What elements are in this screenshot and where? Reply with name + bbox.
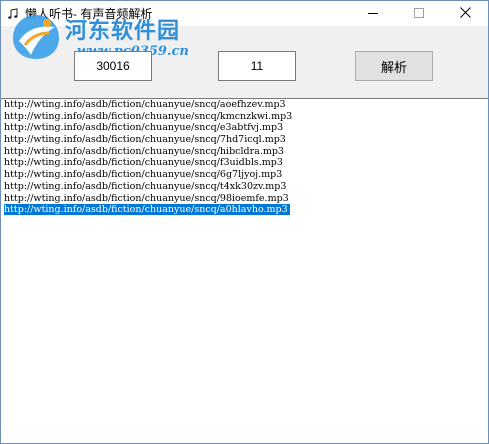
book-id-field[interactable]: [74, 51, 152, 81]
result-line[interactable]: http://wting.info/asdb/fiction/chuanyue/…: [1, 157, 488, 169]
maximize-button[interactable]: [396, 1, 442, 26]
result-line[interactable]: http://wting.info/asdb/fiction/chuanyue/…: [1, 99, 488, 111]
close-button[interactable]: [442, 1, 488, 26]
result-textarea[interactable]: http://wting.info/asdb/fiction/chuanyue/…: [1, 98, 488, 443]
window-title: 懒人听书- 有声音频解析: [25, 7, 153, 21]
result-line-text: http://wting.info/asdb/fiction/chuanyue/…: [4, 145, 284, 157]
chapter-count-field[interactable]: [218, 51, 296, 81]
result-line[interactable]: http://wting.info/asdb/fiction/chuanyue/…: [1, 193, 488, 205]
result-line-text: http://wting.info/asdb/fiction/chuanyue/…: [4, 122, 284, 134]
title-bar[interactable]: 懒人听书- 有声音频解析: [1, 1, 488, 26]
maximize-icon: [414, 5, 424, 23]
parse-button-label: 解析: [380, 60, 407, 76]
result-line[interactable]: http://wting.info/asdb/fiction/chuanyue/…: [1, 204, 488, 216]
close-icon: [459, 5, 471, 23]
result-line-text: http://wting.info/asdb/fiction/chuanyue/…: [4, 110, 293, 122]
result-line-text: http://wting.info/asdb/fiction/chuanyue/…: [4, 192, 289, 204]
result-line-text: http://wting.info/asdb/fiction/chuanyue/…: [4, 169, 283, 181]
result-line-text: http://wting.info/asdb/fiction/chuanyue/…: [4, 99, 286, 110]
result-line-text: http://wting.info/asdb/fiction/chuanyue/…: [4, 204, 290, 216]
minimize-button[interactable]: [350, 1, 396, 26]
result-line[interactable]: http://wting.info/asdb/fiction/chuanyue/…: [1, 134, 488, 146]
minimize-icon: [368, 5, 378, 23]
result-line[interactable]: http://wting.info/asdb/fiction/chuanyue/…: [1, 146, 488, 158]
result-line[interactable]: http://wting.info/asdb/fiction/chuanyue/…: [1, 111, 488, 123]
result-line[interactable]: http://wting.info/asdb/fiction/chuanyue/…: [1, 122, 488, 134]
music-note-icon: [7, 7, 19, 19]
result-line-text: http://wting.info/asdb/fiction/chuanyue/…: [4, 157, 283, 169]
result-line-text: http://wting.info/asdb/fiction/chuanyue/…: [4, 180, 287, 192]
result-line[interactable]: http://wting.info/asdb/fiction/chuanyue/…: [1, 181, 488, 193]
parse-button[interactable]: 解析: [355, 51, 433, 81]
result-line[interactable]: http://wting.info/asdb/fiction/chuanyue/…: [1, 169, 488, 181]
result-line-text: http://wting.info/asdb/fiction/chuanyue/…: [4, 134, 286, 146]
app-window: 懒人听书- 有声音频解析 河东软件园 30016 11 解析 http://wt…: [0, 0, 489, 444]
